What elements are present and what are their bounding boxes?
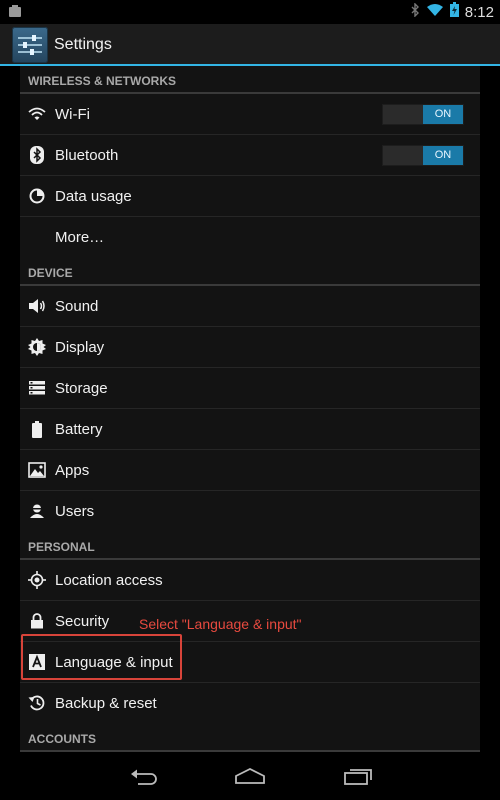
section-header-accounts: ACCOUNTS xyxy=(20,724,480,752)
settings-item-label: Location access xyxy=(55,572,163,589)
settings-item-label: Backup & reset xyxy=(55,695,157,712)
settings-item-label: Display xyxy=(55,339,105,356)
settings-item-users[interactable]: Users xyxy=(20,491,480,532)
toggle-state: ON xyxy=(423,146,463,165)
status-bar: 8:12 xyxy=(0,0,500,24)
wifi-icon xyxy=(426,3,444,22)
settings-item-label: Data usage xyxy=(55,188,132,205)
settings-item-label: Storage xyxy=(55,380,108,397)
notification-icon[interactable] xyxy=(8,4,22,23)
action-bar: Settings xyxy=(0,24,500,66)
recents-icon[interactable] xyxy=(336,762,380,790)
storage-icon xyxy=(28,379,46,397)
settings-item-label: Wi-Fi xyxy=(55,106,90,123)
settings-item-label: Users xyxy=(55,503,95,520)
backup-icon xyxy=(28,694,46,712)
location-icon xyxy=(28,571,46,589)
toggle-state: ON xyxy=(423,105,463,124)
settings-item-label: Sound xyxy=(55,298,99,315)
bluetooth-icon xyxy=(28,146,46,164)
settings-item-backup-reset[interactable]: Backup & reset xyxy=(20,683,480,724)
instruction-annotation: Select "Language & input" xyxy=(139,616,302,632)
settings-item-location-access[interactable]: Location access xyxy=(20,560,480,601)
settings-item-more[interactable]: More… xyxy=(20,217,480,258)
section-header-device: DEVICE xyxy=(20,258,480,286)
settings-item-label: More… xyxy=(55,229,105,246)
brightness-icon xyxy=(28,338,46,356)
settings-item-label: Bluetooth xyxy=(55,147,119,164)
settings-item-bluetooth[interactable]: Bluetooth ON xyxy=(20,135,480,176)
speaker-icon xyxy=(28,297,46,315)
settings-item-battery[interactable]: Battery xyxy=(20,409,480,450)
settings-item-data-usage[interactable]: Data usage xyxy=(20,176,480,217)
settings-item-storage[interactable]: Storage xyxy=(20,368,480,409)
settings-item-display[interactable]: Display xyxy=(20,327,480,368)
page-title: Settings xyxy=(54,36,112,53)
status-time: 8:12 xyxy=(464,3,494,21)
settings-item-label: Battery xyxy=(55,421,103,438)
section-header-wireless: WIRELESS & NETWORKS xyxy=(20,66,480,94)
bluetooth-icon xyxy=(410,1,420,22)
section-header-personal: PERSONAL xyxy=(20,532,480,560)
battery-icon xyxy=(28,420,46,438)
settings-item-wifi[interactable]: Wi-Fi ON xyxy=(20,94,480,135)
battery-icon xyxy=(449,2,459,22)
wifi-icon xyxy=(28,105,46,123)
navigation-bar xyxy=(0,752,500,800)
bluetooth-toggle[interactable]: ON xyxy=(382,145,464,166)
back-icon[interactable] xyxy=(122,762,166,790)
highlight-box xyxy=(21,634,182,680)
settings-sliders-icon[interactable] xyxy=(12,27,48,63)
data-usage-icon xyxy=(28,187,46,205)
wifi-toggle[interactable]: ON xyxy=(382,104,464,125)
lock-icon xyxy=(28,612,46,630)
apps-icon xyxy=(28,461,46,479)
settings-item-sound[interactable]: Sound xyxy=(20,286,480,327)
settings-item-apps[interactable]: Apps xyxy=(20,450,480,491)
home-icon[interactable] xyxy=(228,762,272,790)
user-icon xyxy=(28,502,46,520)
settings-item-label: Apps xyxy=(55,462,90,479)
